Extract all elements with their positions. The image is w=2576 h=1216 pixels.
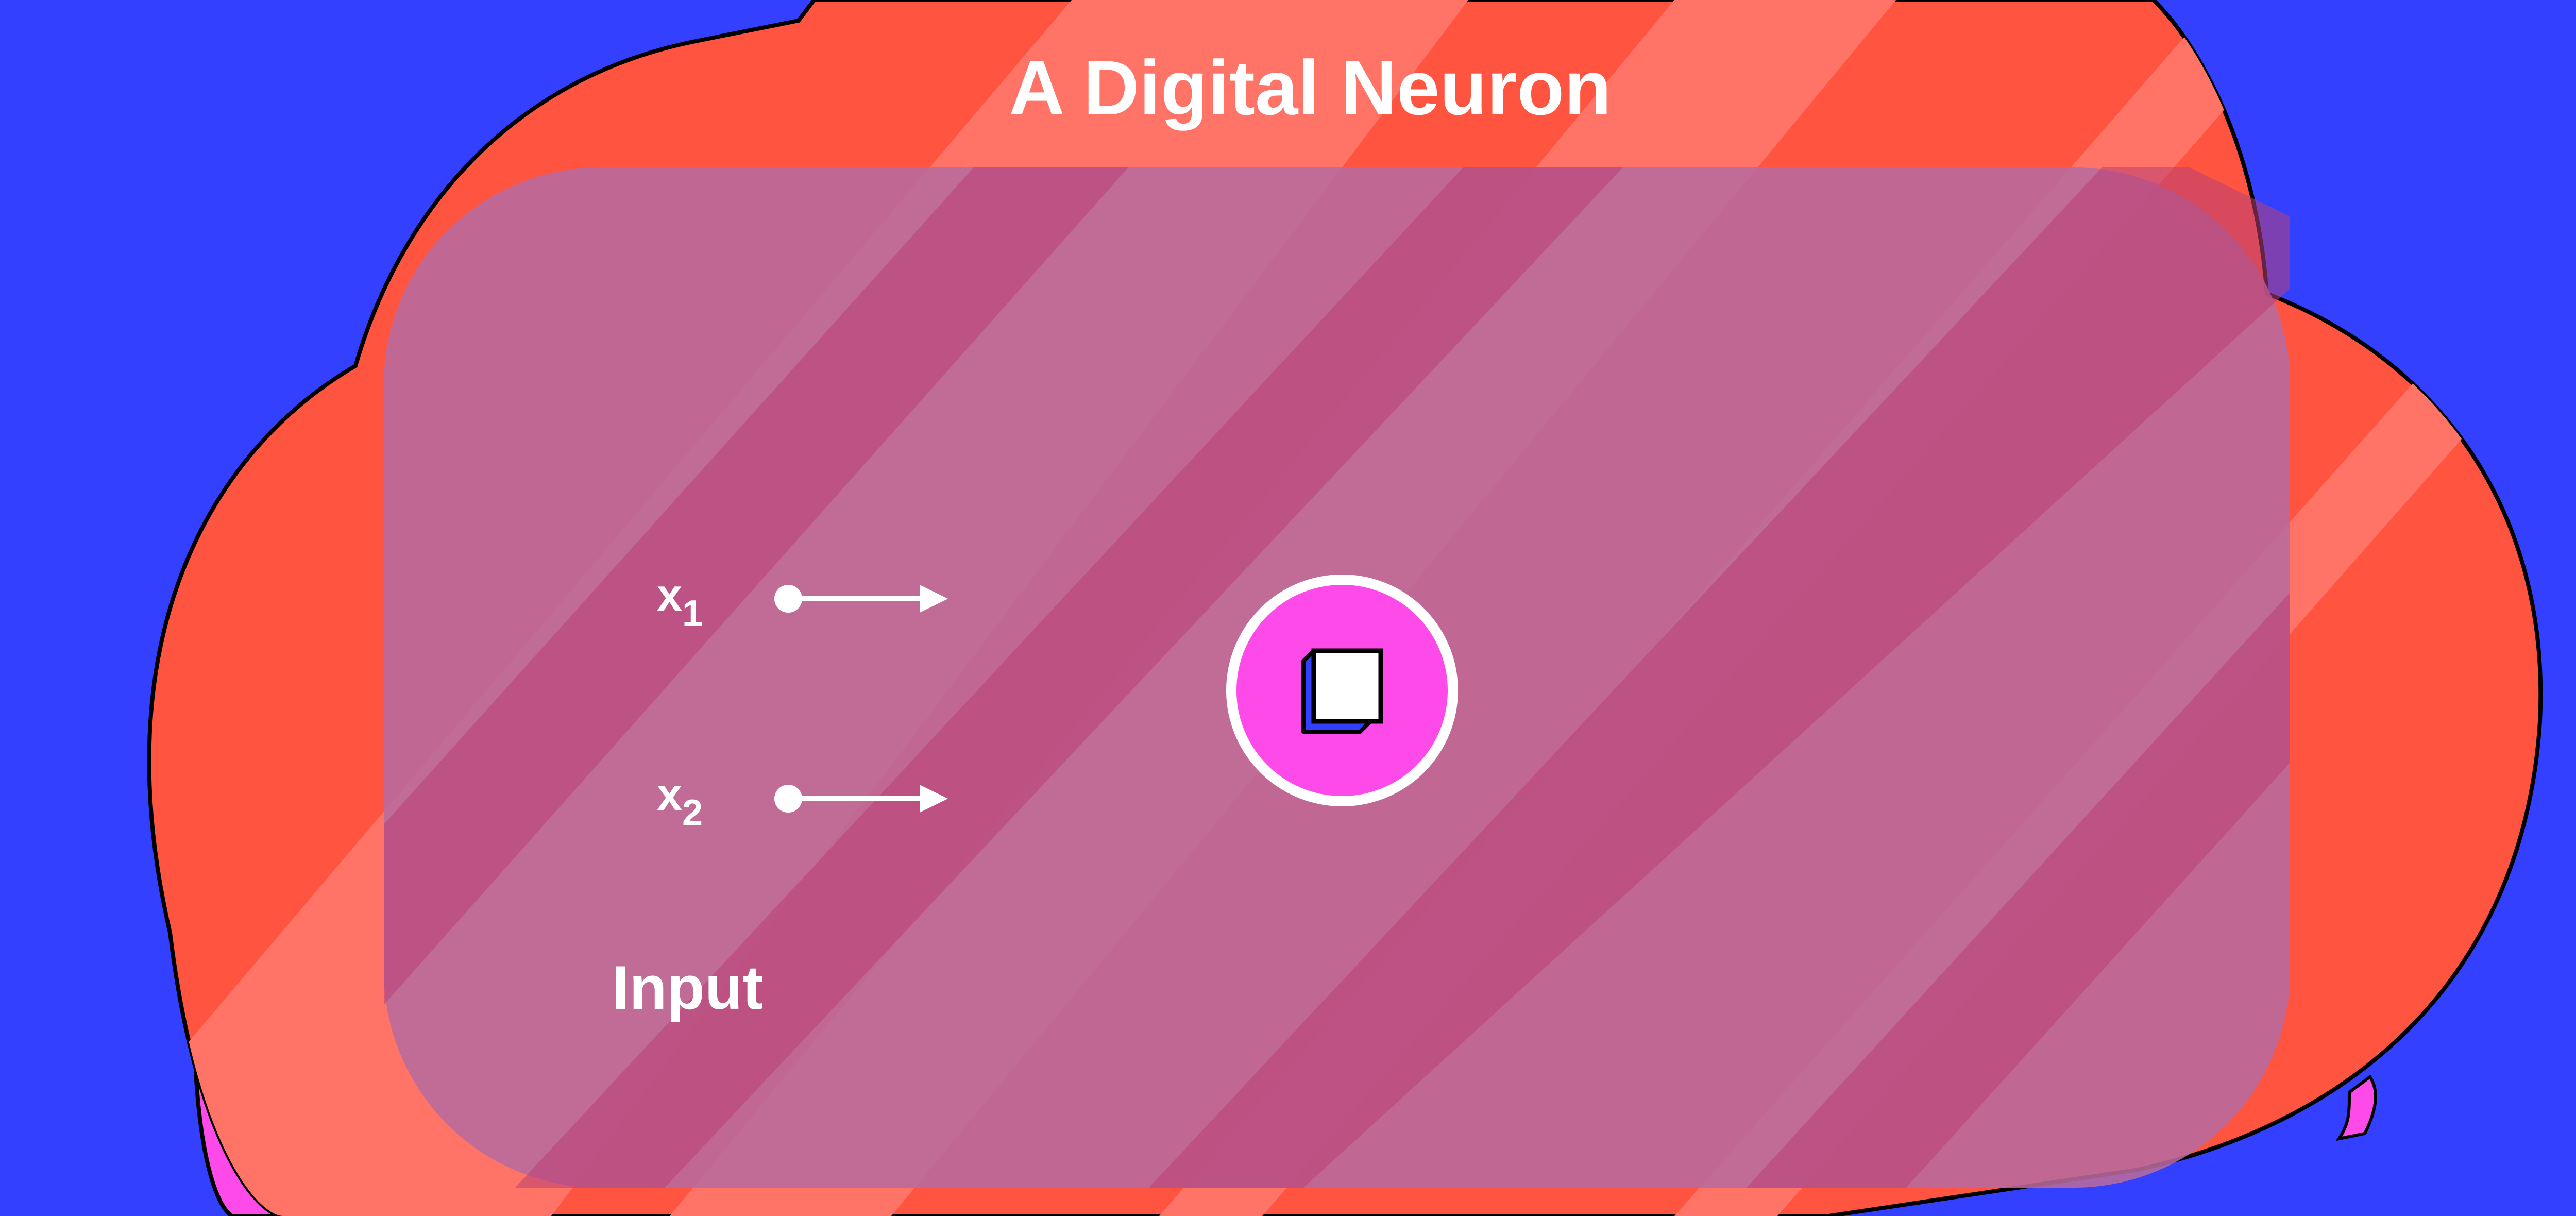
input-x1-var: x: [657, 569, 682, 620]
neuron: [1226, 575, 1458, 806]
neuron-diagram: A Digital Neuron x1 x2 Input: [0, 0, 2576, 1216]
input-section-label: Input: [612, 953, 763, 1022]
input-x1-subscript: 1: [682, 593, 703, 634]
input-x2-subscript: 2: [682, 792, 703, 834]
page-title: A Digital Neuron: [1009, 44, 1611, 131]
cube-face: [1311, 648, 1383, 724]
input-x2-var: x: [657, 769, 682, 820]
cube-icon: [1301, 648, 1383, 734]
